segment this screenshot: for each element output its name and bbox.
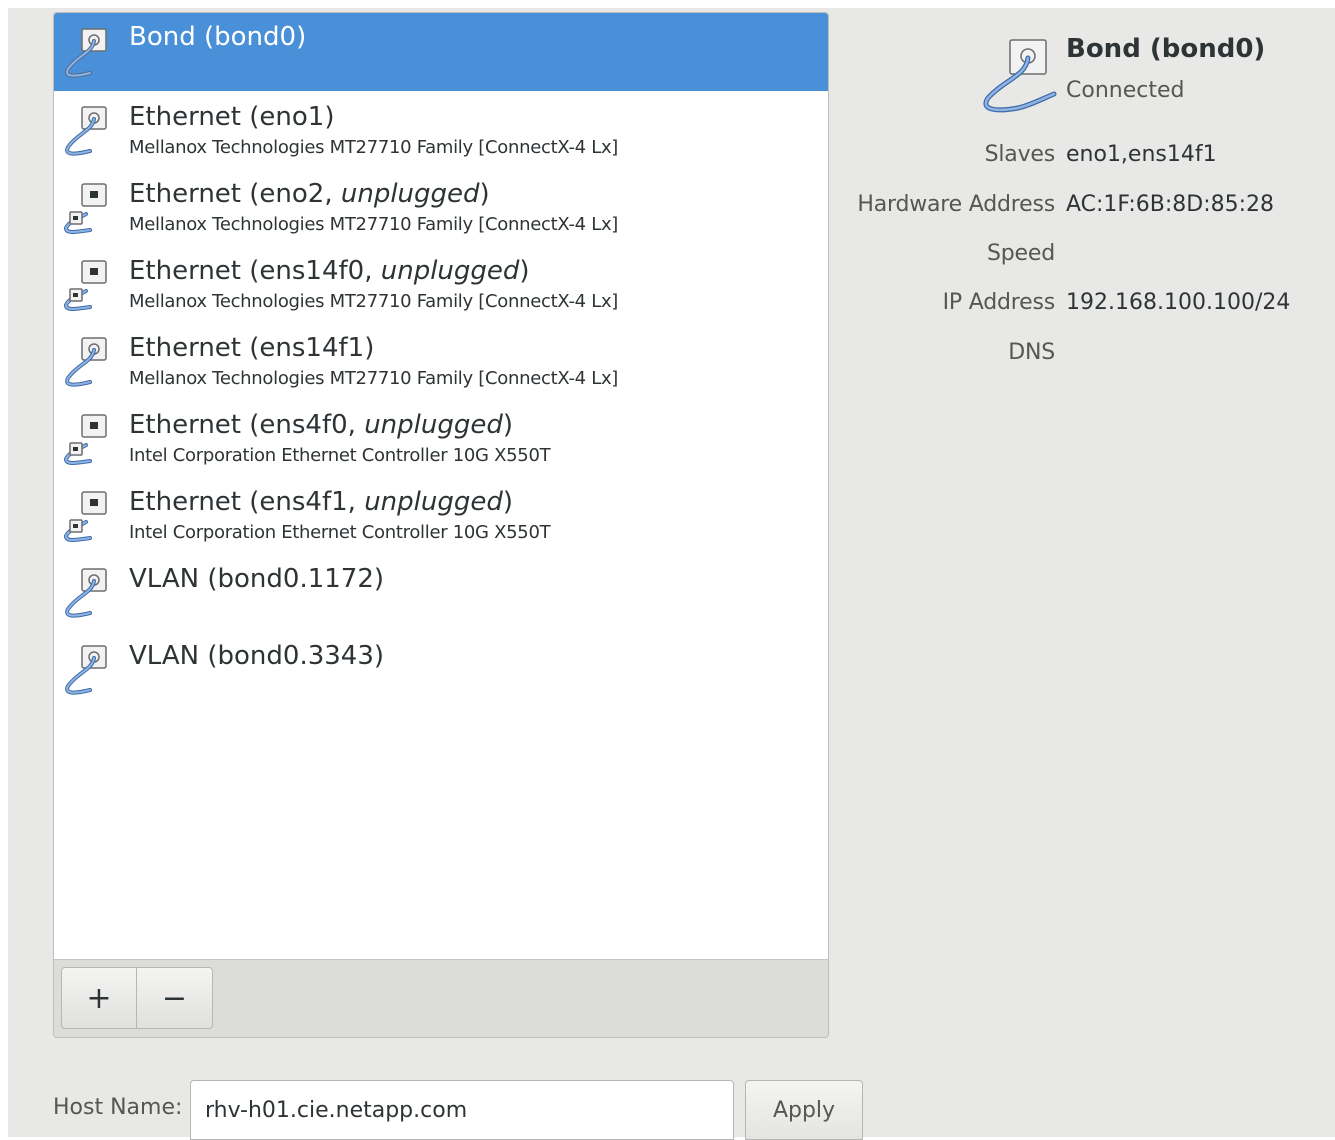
device-name: Ethernet (ens4f1, unplugged) (129, 487, 514, 517)
device-title: Bond (bond0) (1066, 34, 1266, 64)
device-row-ens4f0[interactable]: Ethernet (ens4f0, unplugged) Intel Corpo… (54, 399, 828, 476)
network-wired-icon (65, 28, 107, 78)
detail-row-hardware-address: Hardware Address AC:1F:6B:8D:85:28 (828, 192, 1335, 232)
device-name: Ethernet (eno2, unplugged) (129, 179, 490, 209)
detail-row-speed: Speed (828, 241, 1335, 281)
device-description: Mellanox Technologies MT27710 Family [Co… (129, 368, 619, 389)
detail-label: Speed (987, 241, 1055, 266)
device-row-ens14f1[interactable]: Ethernet (ens14f1) Mellanox Technologies… (54, 322, 828, 399)
device-name: Bond (bond0) (129, 22, 307, 52)
network-wired-icon (65, 568, 107, 618)
device-name: Ethernet (ens14f1) (129, 333, 375, 363)
network-wired-icon (65, 106, 107, 156)
detail-row-slaves: Slaves eno1,ens14f1 (828, 142, 1335, 182)
device-row-ens14f0[interactable]: Ethernet (ens14f0, unplugged) Mellanox T… (54, 245, 828, 322)
detail-row-ip-address: IP Address 192.168.100.100/24 (828, 290, 1335, 330)
host-name-label: Host Name: (53, 1095, 183, 1120)
device-description: Intel Corporation Ethernet Controller 10… (129, 445, 551, 466)
device-row-bond0[interactable]: Bond (bond0) (54, 13, 828, 91)
network-wired-disconnected-icon (63, 414, 107, 465)
detail-label: IP Address (942, 290, 1056, 315)
device-description: Intel Corporation Ethernet Controller 10… (129, 522, 551, 543)
device-name: VLAN (bond0.1172) (129, 564, 385, 594)
detail-label: Slaves (984, 142, 1056, 167)
device-description: Mellanox Technologies MT27710 Family [Co… (129, 137, 619, 158)
remove-device-button[interactable]: − (137, 967, 213, 1029)
device-list: Bond (bond0) Ethernet (eno1) Mellanox Te… (54, 13, 828, 959)
device-name: Ethernet (ens4f0, unplugged) (129, 410, 514, 440)
device-name: VLAN (bond0.3343) (129, 641, 385, 671)
device-list-frame: Bond (bond0) Ethernet (eno1) Mellanox Te… (53, 12, 829, 1038)
device-description: Mellanox Technologies MT27710 Family [Co… (129, 214, 619, 235)
device-row-vlan-1172[interactable]: VLAN (bond0.1172) (54, 553, 828, 630)
network-wired-disconnected-icon (63, 491, 107, 542)
device-name: Ethernet (ens14f0, unplugged) (129, 256, 530, 286)
device-row-eno1[interactable]: Ethernet (eno1) Mellanox Technologies MT… (54, 91, 828, 168)
device-row-eno2[interactable]: Ethernet (eno2, unplugged) Mellanox Tech… (54, 168, 828, 245)
host-name-input[interactable] (190, 1080, 734, 1140)
network-hostname-window: Bond (bond0) Ethernet (eno1) Mellanox Te… (8, 8, 1335, 1140)
apply-button[interactable]: Apply (745, 1080, 863, 1140)
network-wired-icon (65, 645, 107, 695)
detail-value: 192.168.100.100/24 (1066, 290, 1291, 315)
detail-value: AC:1F:6B:8D:85:28 (1066, 192, 1275, 217)
network-wired-disconnected-icon (63, 260, 107, 311)
device-description: Mellanox Technologies MT27710 Family [Co… (129, 291, 619, 312)
detail-label: Hardware Address (857, 192, 1055, 217)
device-list-toolbar: + − (54, 959, 828, 1037)
device-row-ens4f1[interactable]: Ethernet (ens4f1, unplugged) Intel Corpo… (54, 476, 828, 553)
detail-label: DNS (1008, 340, 1055, 365)
device-status: Connected (1066, 78, 1185, 103)
add-device-button[interactable]: + (61, 967, 137, 1029)
detail-value: eno1,ens14f1 (1066, 142, 1217, 167)
detail-row-dns: DNS (828, 340, 1335, 380)
device-row-vlan-3343[interactable]: VLAN (bond0.3343) (54, 630, 828, 707)
device-name: Ethernet (eno1) (129, 102, 335, 132)
network-wired-icon (983, 39, 1057, 113)
device-details-panel: Bond (bond0) Connected Slaves eno1,ens14… (828, 8, 1335, 428)
network-wired-icon (65, 337, 107, 387)
network-wired-disconnected-icon (63, 183, 107, 234)
